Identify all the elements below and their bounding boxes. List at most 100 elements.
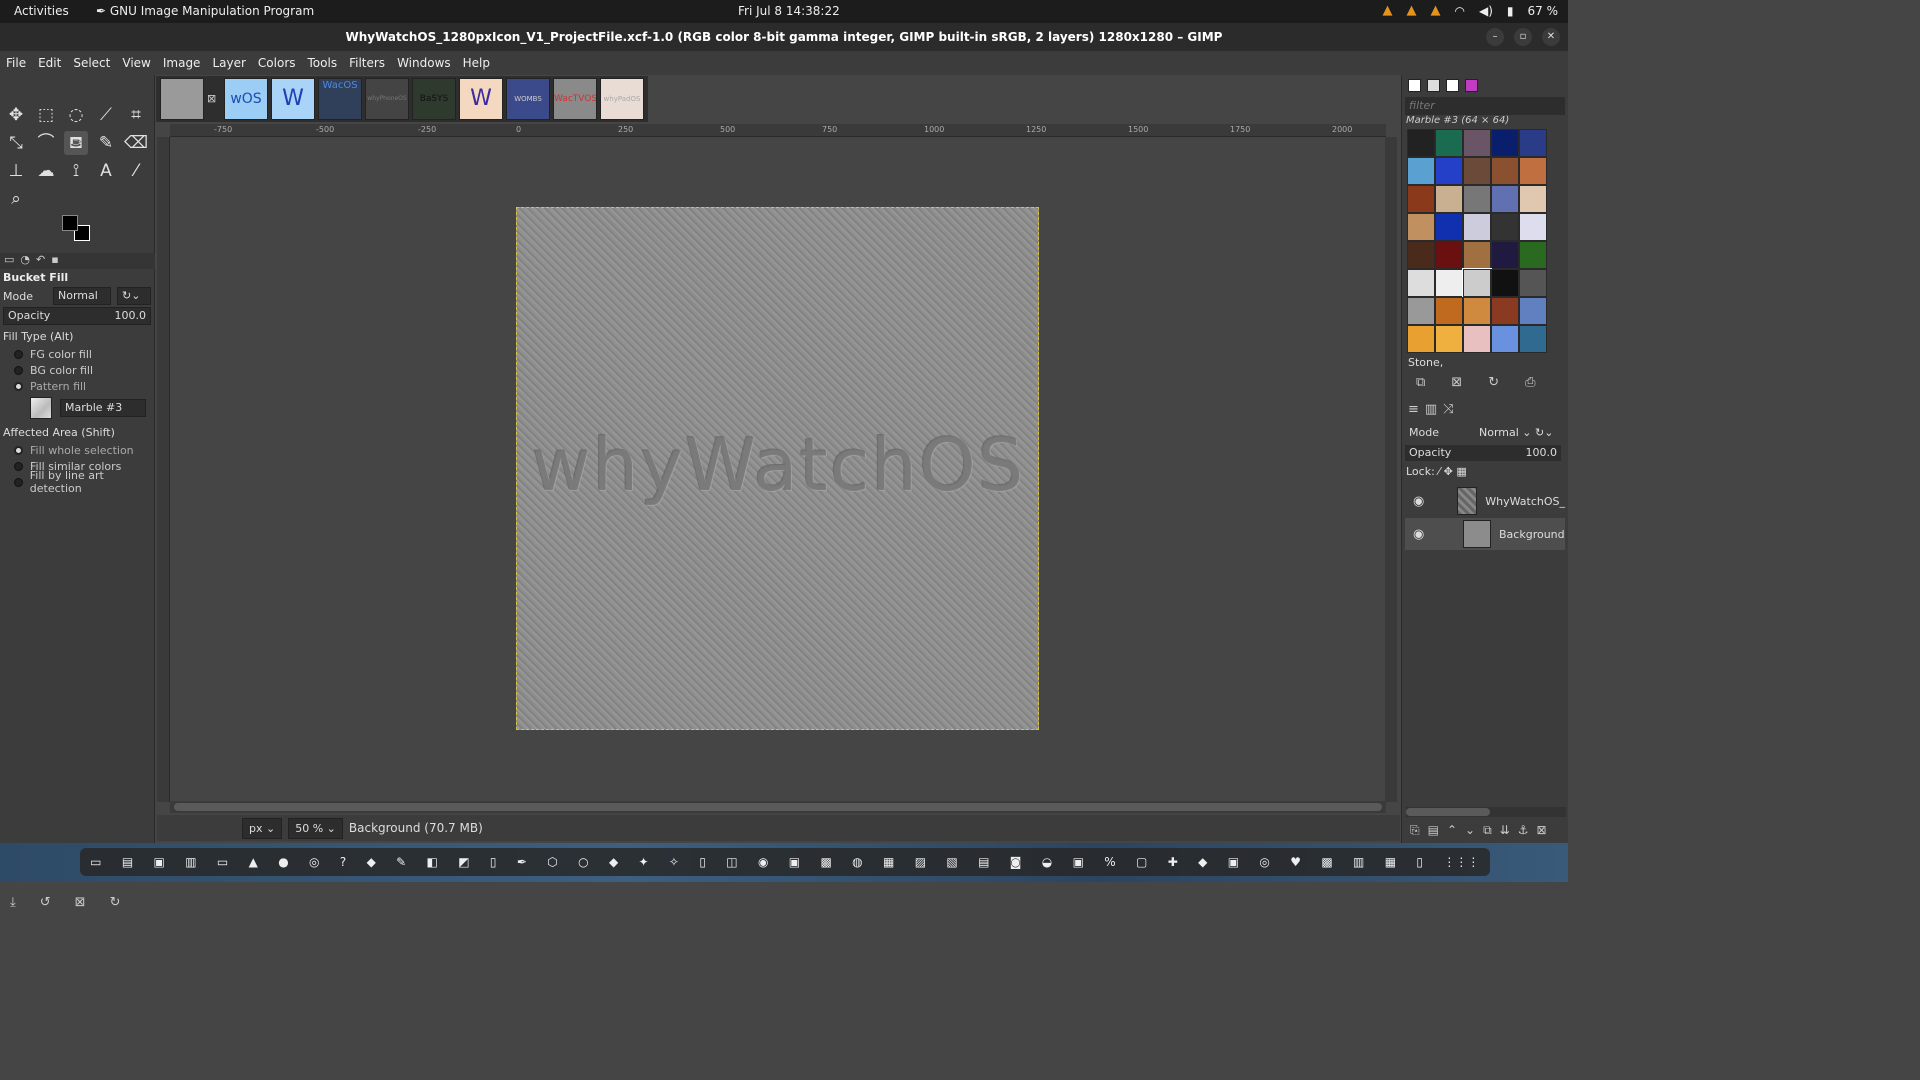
app-icon[interactable]: ◧ <box>427 855 438 869</box>
save-options-icon[interactable]: ⤓ <box>10 895 16 910</box>
visibility-eye-icon[interactable]: ◉ <box>1413 527 1431 542</box>
channels-tab-icon[interactable]: ▥ <box>1425 402 1437 417</box>
pattern-swatch[interactable] <box>1491 269 1519 297</box>
eraser-tool-icon[interactable]: ⌫ <box>124 131 148 155</box>
fg-bg-colors[interactable] <box>60 213 96 247</box>
menu-layer[interactable]: Layer <box>206 51 251 75</box>
app-icon[interactable]: ▯ <box>490 855 497 869</box>
pattern-swatch[interactable] <box>1519 129 1547 157</box>
move-tool-icon[interactable]: ✥ <box>4 103 28 127</box>
app-icon[interactable]: ▯ <box>699 855 706 869</box>
anchor-layer-icon[interactable]: ⚓ <box>1518 823 1529 838</box>
lower-layer-icon[interactable]: ⌄ <box>1465 823 1475 838</box>
lock-pixels-icon[interactable]: ⁄ <box>1438 465 1440 478</box>
lock-position-icon[interactable]: ✥ <box>1444 465 1453 478</box>
mode-reset-button[interactable]: ↻⌄ <box>117 287 151 305</box>
pattern-swatch[interactable] <box>1435 297 1463 325</box>
image-canvas[interactable]: whyWatchOS <box>516 207 1039 730</box>
image-tab[interactable]: wOS <box>224 78 268 120</box>
smudge-tool-icon[interactable]: ☁ <box>34 159 58 183</box>
fill-line-art-radio[interactable]: Fill by line art detection <box>0 469 155 495</box>
app-icon[interactable]: ▣ <box>1228 855 1239 869</box>
pattern-swatch[interactable] <box>1491 185 1519 213</box>
fuzzy-select-tool-icon[interactable]: ⟋ <box>94 103 118 127</box>
transform-tool-icon[interactable]: ⤡ <box>4 131 28 155</box>
scrollbar-thumb[interactable] <box>174 803 1382 811</box>
brushes-tab-icon[interactable] <box>1408 79 1421 92</box>
warning-icon[interactable]: ▲ <box>1406 3 1416 18</box>
image-tab[interactable] <box>160 78 204 120</box>
activities-button[interactable]: Activities <box>14 4 69 18</box>
merge-layer-icon[interactable]: ⇊ <box>1500 823 1510 838</box>
pattern-swatch[interactable] <box>1407 157 1435 185</box>
warp-tool-icon[interactable]: ⌒ <box>34 131 58 155</box>
lock-alpha-icon[interactable]: ▦ <box>1456 465 1466 478</box>
pattern-swatch[interactable] <box>1519 325 1547 353</box>
app-icon[interactable]: ◍ <box>852 855 862 869</box>
system-tray[interactable]: ▲ ▲ ▲ ◠ ◀) ▮ 67 % <box>1382 3 1558 18</box>
undo-history-tab-icon[interactable]: ↶ <box>36 253 45 269</box>
pattern-swatch[interactable] <box>1407 185 1435 213</box>
pattern-swatch[interactable] <box>1491 325 1519 353</box>
duplicate-layer-icon[interactable]: ⧉ <box>1483 823 1492 838</box>
volume-icon[interactable]: ◀) <box>1479 4 1493 18</box>
document-icon[interactable]: ▣ <box>154 855 165 869</box>
menu-file[interactable]: File <box>0 51 32 75</box>
layers-tab-icon[interactable]: ≡ <box>1408 402 1419 417</box>
pattern-swatch[interactable] <box>1463 157 1491 185</box>
app-icon[interactable]: ◆ <box>609 855 618 869</box>
layer-row[interactable]: ◉ Background <box>1405 518 1565 550</box>
app-icon[interactable]: ▣ <box>789 855 800 869</box>
app-icon[interactable]: ▤ <box>978 855 989 869</box>
color-picker-tool-icon[interactable]: ⁄ <box>124 159 148 183</box>
visibility-eye-icon[interactable]: ◉ <box>1413 494 1425 509</box>
pattern-swatch[interactable] <box>1407 213 1435 241</box>
pattern-swatch[interactable] <box>1519 297 1547 325</box>
app-icon[interactable]: ▥ <box>1353 855 1364 869</box>
clock[interactable]: Fri Jul 8 14:38:22 <box>738 4 840 18</box>
app-icon[interactable]: ✚ <box>1168 855 1178 869</box>
fonts-tab-icon[interactable] <box>1446 79 1459 92</box>
app-icon[interactable]: ▯ <box>1416 855 1423 869</box>
pattern-filter-input[interactable]: filter <box>1405 97 1565 115</box>
pattern-swatch[interactable] <box>1435 185 1463 213</box>
app-icon[interactable]: ♥ <box>1290 855 1301 869</box>
unit-select[interactable]: px ⌄ <box>242 817 283 839</box>
menu-filters[interactable]: Filters <box>343 51 391 75</box>
paintbrush-tool-icon[interactable]: ✎ <box>94 131 118 155</box>
vertical-ruler[interactable] <box>157 137 170 802</box>
pattern-swatch[interactable] <box>1435 325 1463 353</box>
text-tool-icon[interactable]: A <box>94 159 118 183</box>
horizontal-scrollbar[interactable] <box>170 801 1386 813</box>
gradients-tab-icon[interactable] <box>1465 79 1478 92</box>
app-icon[interactable]: ◫ <box>726 855 737 869</box>
minimize-button[interactable]: – <box>1486 28 1504 46</box>
fill-whole-selection-radio[interactable]: Fill whole selection <box>0 442 155 458</box>
reset-options-icon[interactable]: ↻ <box>110 895 121 910</box>
pattern-swatch[interactable] <box>1435 269 1463 297</box>
menu-select[interactable]: Select <box>67 51 116 75</box>
image-tab[interactable]: WacTVOS <box>553 78 597 120</box>
app-icon[interactable]: ◎ <box>1259 855 1269 869</box>
image-tab[interactable]: WOMBS <box>506 78 550 120</box>
pattern-tag-field[interactable]: Stone, <box>1405 354 1565 372</box>
text-editor-icon[interactable]: ✎ <box>396 855 406 869</box>
pattern-swatch[interactable] <box>1407 269 1435 297</box>
fg-color-fill-radio[interactable]: FG color fill <box>0 346 155 362</box>
vlc-icon[interactable]: ▲ <box>249 855 258 869</box>
image-tab[interactable]: whyPadOS <box>600 78 644 120</box>
chrome-icon[interactable]: ◎ <box>309 855 319 869</box>
help-icon[interactable]: ? <box>340 855 346 869</box>
refresh-patterns-icon[interactable]: ↻ <box>1488 375 1499 390</box>
image-tab[interactable]: whyPhoneOS <box>365 78 409 120</box>
image-tab[interactable]: W <box>271 78 315 120</box>
images-tab-icon[interactable]: ▪ <box>51 253 58 269</box>
pattern-swatch[interactable] <box>1463 129 1491 157</box>
discord-icon[interactable]: ◙ <box>1010 855 1022 869</box>
tool-options-tab-icon[interactable]: ▭ <box>4 253 14 269</box>
firefox-icon[interactable]: ● <box>278 855 288 869</box>
menu-view[interactable]: View <box>116 51 156 75</box>
pattern-swatch[interactable] <box>1435 129 1463 157</box>
menu-image[interactable]: Image <box>157 51 207 75</box>
terminal-icon[interactable]: ▭ <box>217 855 228 869</box>
